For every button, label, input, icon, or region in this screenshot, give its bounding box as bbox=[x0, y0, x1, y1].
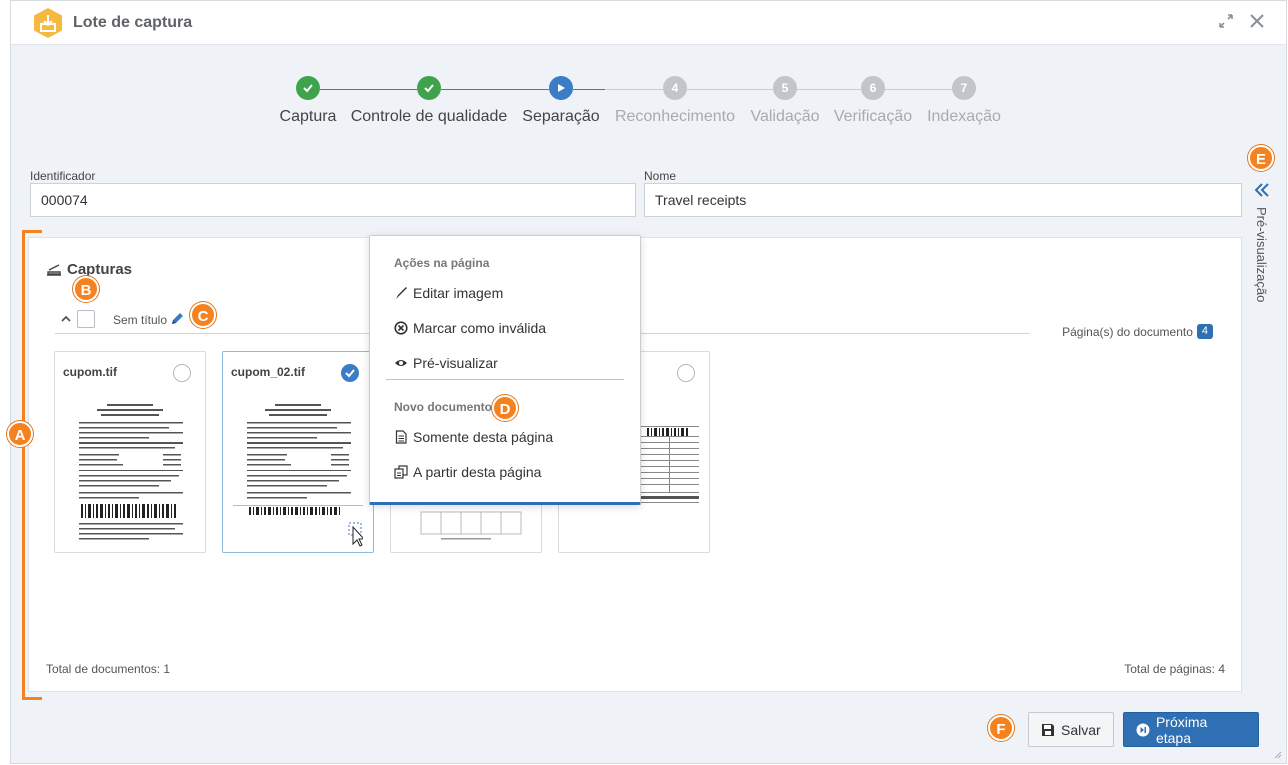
menu-item-label: Marcar como inválida bbox=[413, 320, 547, 336]
save-button-label: Salvar bbox=[1061, 721, 1101, 738]
page-card-selected[interactable]: cupom_02.tif bbox=[222, 351, 374, 553]
close-icon[interactable] bbox=[1247, 13, 1267, 33]
step-number: 7 bbox=[952, 76, 976, 100]
captures-title-text: Capturas bbox=[67, 261, 133, 278]
annotation-callout-b: B bbox=[73, 276, 99, 302]
annotation-callout-d: D bbox=[492, 395, 518, 421]
menu-section-page-actions: Ações na página bbox=[394, 256, 490, 270]
document-name: Sem título bbox=[113, 313, 168, 327]
cursor-icon bbox=[352, 525, 363, 547]
menu-divider bbox=[386, 379, 624, 380]
step-number: 4 bbox=[663, 76, 687, 100]
annotation-callout-f: F bbox=[988, 715, 1014, 741]
annotation-callout-a: A bbox=[7, 421, 33, 447]
annotation-callout-e: E bbox=[1248, 145, 1274, 171]
receipt-thumbnail bbox=[75, 392, 187, 547]
checkmark-icon bbox=[345, 369, 355, 378]
annotation-callout-c: C bbox=[190, 302, 216, 328]
eye-icon bbox=[395, 360, 407, 366]
document-pages-count-badge: 4 bbox=[1196, 324, 1213, 339]
identifier-label: Identificador bbox=[30, 169, 96, 183]
window-title: Lote de captura bbox=[73, 14, 193, 31]
preview-label: Pré-visualização bbox=[1254, 207, 1269, 303]
page-select-radio[interactable] bbox=[677, 364, 695, 382]
next-step-button-label: Próxima etapa bbox=[1155, 713, 1208, 746]
document-pages-label: Página(s) do documento bbox=[1062, 324, 1193, 339]
capture-batch-window: Lote de captura Captura Controle de quali… bbox=[10, 0, 1287, 764]
collapse-caret-icon[interactable] bbox=[61, 314, 71, 324]
page-select-radio[interactable] bbox=[173, 364, 191, 382]
step-number: 6 bbox=[861, 76, 885, 100]
double-chevron-left-icon bbox=[1254, 183, 1269, 197]
next-step-button[interactable]: Próxima etapa bbox=[1123, 712, 1259, 747]
menu-item-label: Pré-visualizar bbox=[413, 355, 498, 371]
menu-section-new-document: Novo documento bbox=[394, 400, 492, 414]
identifier-input[interactable]: 000074 bbox=[30, 183, 636, 217]
menu-item-label: A partir desta página bbox=[413, 464, 542, 480]
page-card-name: cupom_02.tif bbox=[231, 365, 306, 379]
step-indexação: 7 Indexação bbox=[884, 76, 1044, 126]
name-label: Nome bbox=[644, 169, 677, 183]
menu-item-only-this-page[interactable]: Somente desta página bbox=[394, 429, 553, 445]
menu-item-preview[interactable]: Pré-visualizar bbox=[394, 355, 498, 371]
maximize-icon[interactable] bbox=[1216, 13, 1236, 33]
step-done-check-icon bbox=[296, 76, 320, 100]
annotation-bracket-a bbox=[22, 230, 42, 700]
title-bar: Lote de captura bbox=[11, 1, 1286, 45]
document-checkbox[interactable] bbox=[77, 310, 95, 328]
menu-item-label: Editar imagem bbox=[413, 285, 504, 301]
step-label: Indexação bbox=[927, 108, 1001, 125]
edit-document-name-icon[interactable] bbox=[169, 311, 185, 327]
name-input[interactable]: Travel receipts bbox=[644, 183, 1242, 217]
page-select-radio-checked[interactable] bbox=[341, 364, 359, 382]
next-circle-icon bbox=[1136, 723, 1150, 736]
page-context-menu: Ações na página Editar imagem Marcar com… bbox=[369, 235, 641, 505]
workflow-stepper: Captura Controle de qualidade Separação 4 Re… bbox=[11, 76, 1286, 136]
page-card-name: cupom.tif bbox=[63, 365, 117, 379]
scanner-icon bbox=[47, 263, 61, 276]
receipt-thumbnail bbox=[233, 404, 363, 547]
floppy-disk-icon bbox=[1042, 723, 1054, 736]
step-done-check-icon bbox=[417, 76, 441, 100]
step-current-play-icon bbox=[549, 76, 573, 100]
preview-side-tab[interactable]: Pré-visualização bbox=[1251, 179, 1277, 319]
capture-batch-app-icon bbox=[34, 8, 62, 38]
document-pages-info: Página(s) do documento 4 bbox=[1062, 324, 1213, 339]
total-documents: Total de documentos: 1 bbox=[46, 662, 171, 676]
menu-item-from-this-page[interactable]: A partir desta página bbox=[394, 464, 541, 480]
menu-item-mark-invalid[interactable]: Marcar como inválida bbox=[394, 320, 546, 336]
copy-files-icon bbox=[394, 465, 408, 479]
total-pages: Total de páginas: 4 bbox=[1124, 662, 1225, 676]
circle-x-icon bbox=[394, 321, 408, 335]
brush-icon bbox=[396, 287, 407, 299]
menu-item-edit-image[interactable]: Editar imagem bbox=[394, 285, 503, 301]
menu-item-label: Somente desta página bbox=[413, 429, 554, 445]
page-card[interactable]: cupom.tif bbox=[54, 351, 206, 553]
save-button[interactable]: Salvar bbox=[1028, 712, 1114, 747]
file-text-icon bbox=[395, 430, 407, 444]
resize-grip-icon[interactable] bbox=[1272, 749, 1282, 759]
